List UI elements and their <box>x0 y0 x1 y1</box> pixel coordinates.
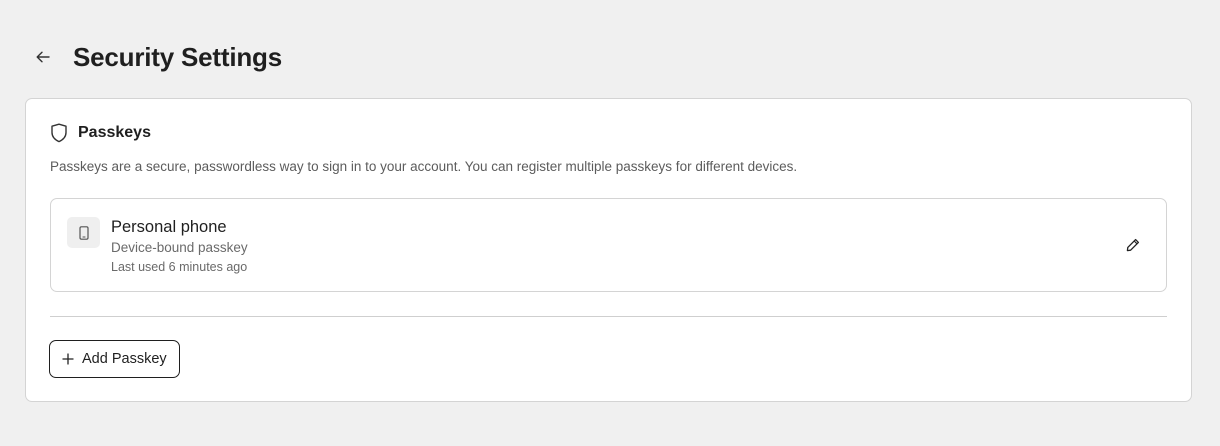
page-header: Security Settings <box>30 40 282 74</box>
edit-passkey-button[interactable] <box>1124 236 1142 254</box>
passkeys-card: Passkeys Passkeys are a secure, password… <box>25 98 1192 402</box>
section-title: Passkeys <box>78 124 151 141</box>
smartphone-icon <box>67 217 100 248</box>
add-passkey-label: Add Passkey <box>82 351 167 367</box>
add-passkey-button[interactable]: Add Passkey <box>49 340 180 378</box>
page-title: Security Settings <box>73 41 282 72</box>
back-button[interactable] <box>30 44 56 70</box>
passkeys-section-header: Passkeys <box>50 123 151 143</box>
passkey-item: Personal phone Device-bound passkey Last… <box>50 198 1167 292</box>
passkey-type: Device-bound passkey <box>111 240 248 255</box>
shield-icon <box>50 123 68 143</box>
passkeys-description: Passkeys are a secure, passwordless way … <box>50 159 798 174</box>
passkey-last-used: Last used 6 minutes ago <box>111 260 248 274</box>
plus-icon <box>62 353 74 365</box>
pencil-icon <box>1126 238 1140 252</box>
section-divider <box>50 316 1167 317</box>
arrow-left-icon <box>36 51 50 63</box>
passkey-name: Personal phone <box>111 218 227 236</box>
